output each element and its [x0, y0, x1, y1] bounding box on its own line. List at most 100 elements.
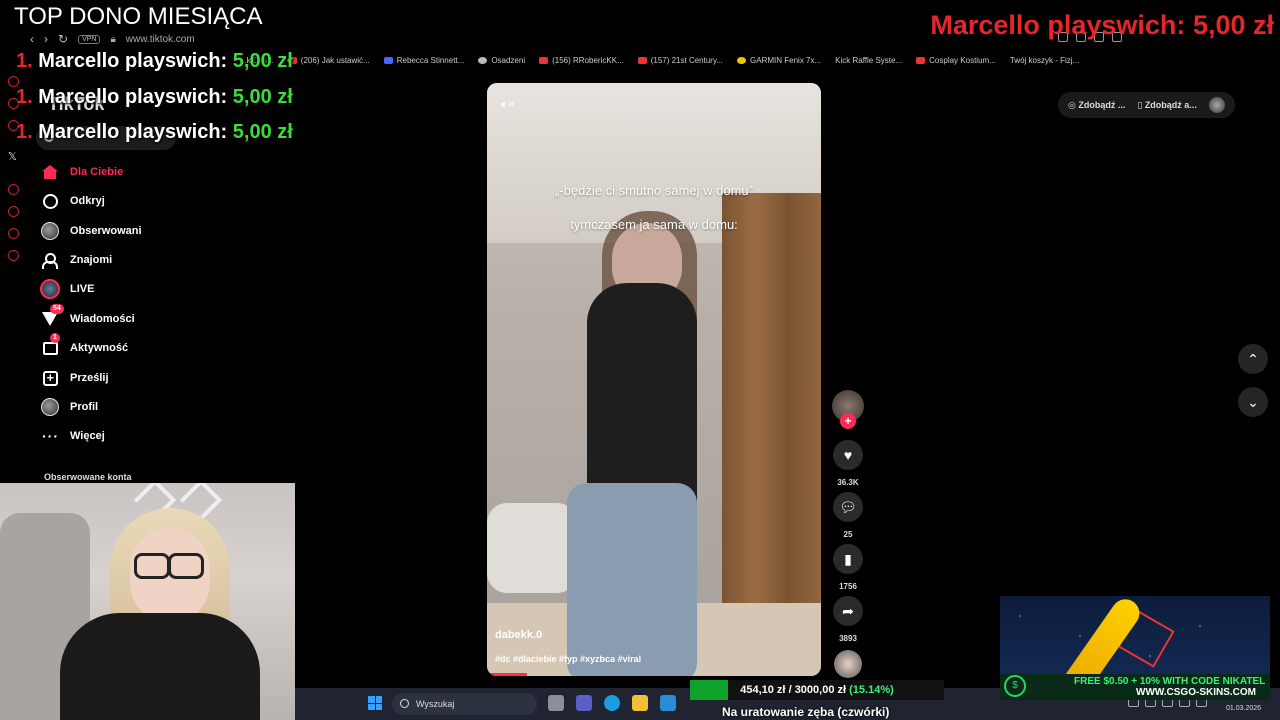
nav-item-messages[interactable]: 54 Wiadomości — [40, 304, 135, 331]
more-icon: ··· — [41, 428, 59, 444]
bookmark-item[interactable]: Osadzeni — [478, 52, 525, 68]
nav-item-friends[interactable]: Znajomi — [40, 248, 112, 272]
nav-item-live[interactable]: LIVE — [40, 277, 94, 301]
reload-icon[interactable]: ↻ — [58, 32, 68, 46]
taskbar-search-input[interactable]: Wyszukaj — [392, 693, 537, 715]
site-icon — [383, 56, 393, 64]
video-progress-bar[interactable] — [487, 673, 528, 676]
nav-item-more[interactable]: ··· Więcej — [40, 424, 105, 448]
goal-total: 3000,00 zł — [794, 684, 847, 696]
comment-button[interactable]: 💬︎ 25 — [832, 492, 864, 539]
top-donor-row: 1. Marcello playswich: 5,00 zł — [16, 50, 293, 72]
share-count: 3893 — [839, 634, 857, 643]
nav-item-profile[interactable]: Profil — [40, 395, 98, 419]
site-icon — [916, 56, 926, 64]
avatar-icon — [40, 221, 60, 241]
next-video-button[interactable]: ⌄ — [1238, 387, 1268, 417]
top-right-actions: ◎ Zdobądź ... ▯ Zdobądź a... — [1058, 92, 1235, 118]
opera-sidebar: 𝕏 — [0, 50, 28, 480]
share-icon: ➦ — [833, 596, 863, 626]
goal-current: 454,10 zł — [740, 684, 786, 696]
url-text[interactable]: www.tiktok.com — [126, 34, 195, 45]
user-avatar[interactable] — [1208, 97, 1225, 113]
webcam-feed — [0, 483, 295, 720]
followed-accounts-heading: Obserwowane konta — [44, 472, 132, 482]
comment-icon: 💬︎ — [833, 492, 863, 522]
bookmark-item[interactable]: GARMIN Fenix 7x... — [737, 52, 821, 68]
sidebar-app-icon[interactable] — [8, 228, 19, 239]
bookmark-item[interactable]: Kick Raffle Syste... — [835, 52, 902, 68]
bookmark-item[interactable]: (156) RRobericKK... — [539, 52, 624, 68]
follow-button[interactable]: + — [840, 413, 856, 429]
share-button[interactable]: ➦ 3893 — [832, 596, 864, 643]
site-icon — [478, 56, 488, 64]
like-button[interactable]: ♥ 36.3K — [832, 440, 864, 487]
donor-name: Marcello playswich: — [930, 10, 1186, 40]
video-player[interactable]: „-będzie ci smutno samej w domu” tymczas… — [487, 83, 821, 676]
live-icon — [40, 279, 60, 299]
latest-donation: Marcello playswich: 5,00 zł — [930, 8, 1274, 42]
video-caption-line: tymczasem ja sama w domu: — [570, 217, 738, 232]
store-icon[interactable] — [660, 695, 676, 711]
video-hashtags[interactable]: #dc #dlaciebie #fyp #xyzbca #viral — [495, 654, 641, 664]
youtube-icon — [539, 56, 549, 64]
donation-goal-title: Na uratowanie zęba (czwórki) — [722, 705, 890, 719]
bookmarks-bar: ...k Das... (206) Jak ustawić... Rebecca… — [240, 52, 1280, 68]
comment-count: 25 — [843, 530, 853, 539]
video-caption-line: „-będzie ci smutno samej w domu” — [555, 183, 753, 198]
nav-item-following[interactable]: Obserwowani — [40, 219, 142, 243]
bookmark-item[interactable]: Twój koszyk - Fizj... — [1010, 52, 1079, 68]
save-button[interactable]: ▮ 1756 — [832, 544, 864, 591]
address-bar: ‹ › ↻ VPN 🔒︎ www.tiktok.com — [30, 30, 195, 48]
previous-video-button[interactable]: ⌃ — [1238, 344, 1268, 374]
edge-icon[interactable] — [604, 695, 620, 711]
bookmark-item[interactable]: (157) 21st Century... — [637, 52, 723, 68]
nav-item-explore[interactable]: Odkryj — [40, 189, 105, 213]
vpn-badge[interactable]: VPN — [78, 34, 101, 44]
like-count: 36.3K — [837, 478, 859, 487]
video-author[interactable]: dabekk.0 — [495, 629, 542, 641]
task-view-icon[interactable] — [548, 695, 564, 711]
search-icon — [400, 699, 409, 708]
forward-icon[interactable]: › — [44, 32, 48, 46]
bookmark-item[interactable]: Rebecca Stinnett... — [383, 52, 464, 68]
nav-item-upload[interactable]: + Prześlij — [40, 366, 109, 390]
history-icon[interactable] — [8, 206, 19, 217]
bookmark-item[interactable]: Cosplay Kostium... — [916, 52, 996, 68]
messages-icon: 54 — [40, 304, 64, 329]
youtube-icon — [637, 56, 647, 64]
mute-icon[interactable]: 🔈︎× — [501, 97, 515, 112]
settings-icon[interactable] — [8, 250, 19, 261]
x-icon[interactable]: 𝕏 — [8, 150, 17, 163]
bookmark-item[interactable]: (206) Jak ustawić... — [287, 52, 370, 68]
save-count: 1756 — [839, 582, 857, 591]
taskbar-date[interactable]: 01.03.2026 — [1226, 705, 1261, 712]
heart-icon: ♥ — [833, 440, 863, 470]
windows-start-icon[interactable] — [368, 696, 382, 710]
goal-percent: (15.14%) — [849, 684, 894, 696]
nav-item-for-you[interactable]: Dla Ciebie — [40, 160, 123, 184]
unread-badge: 1 — [50, 333, 60, 343]
back-icon[interactable]: ‹ — [30, 32, 34, 46]
get-coins-button[interactable]: ◎ Zdobądź ... — [1068, 100, 1125, 111]
top-donor-row: 1. Marcello playswich: 5,00 zł — [16, 121, 293, 143]
ad-promo-text: FREE $0.50 + 10% WITH CODE NIKATEL — [1074, 676, 1266, 687]
chevron-down-icon: ⌄ — [1247, 394, 1259, 410]
garmin-icon — [737, 56, 747, 64]
get-app-button[interactable]: ▯ Zdobądź a... — [1137, 100, 1196, 111]
profile-icon — [40, 397, 60, 417]
top-donors-title: TOP DONO MIESIĄCA — [8, 2, 269, 32]
sidebar-app-icon[interactable] — [8, 184, 19, 195]
upload-icon: + — [40, 368, 60, 388]
goal-separator: / — [788, 684, 792, 696]
bookmark-icon: ▮ — [833, 544, 863, 574]
compass-icon — [40, 191, 60, 211]
sponsor-ad-banner: $ FREE $0.50 + 10% WITH CODE NIKATEL WWW… — [1000, 596, 1270, 700]
chevron-up-icon: ⌃ — [1247, 351, 1259, 367]
music-disc-avatar[interactable] — [834, 650, 862, 678]
nav-item-activity[interactable]: 1 Aktywność — [40, 333, 128, 360]
friends-icon — [40, 250, 60, 270]
ad-website-text: WWW.CSGO-SKINS.COM — [1136, 687, 1256, 698]
file-explorer-icon[interactable] — [632, 695, 648, 711]
teams-icon[interactable] — [576, 695, 592, 711]
